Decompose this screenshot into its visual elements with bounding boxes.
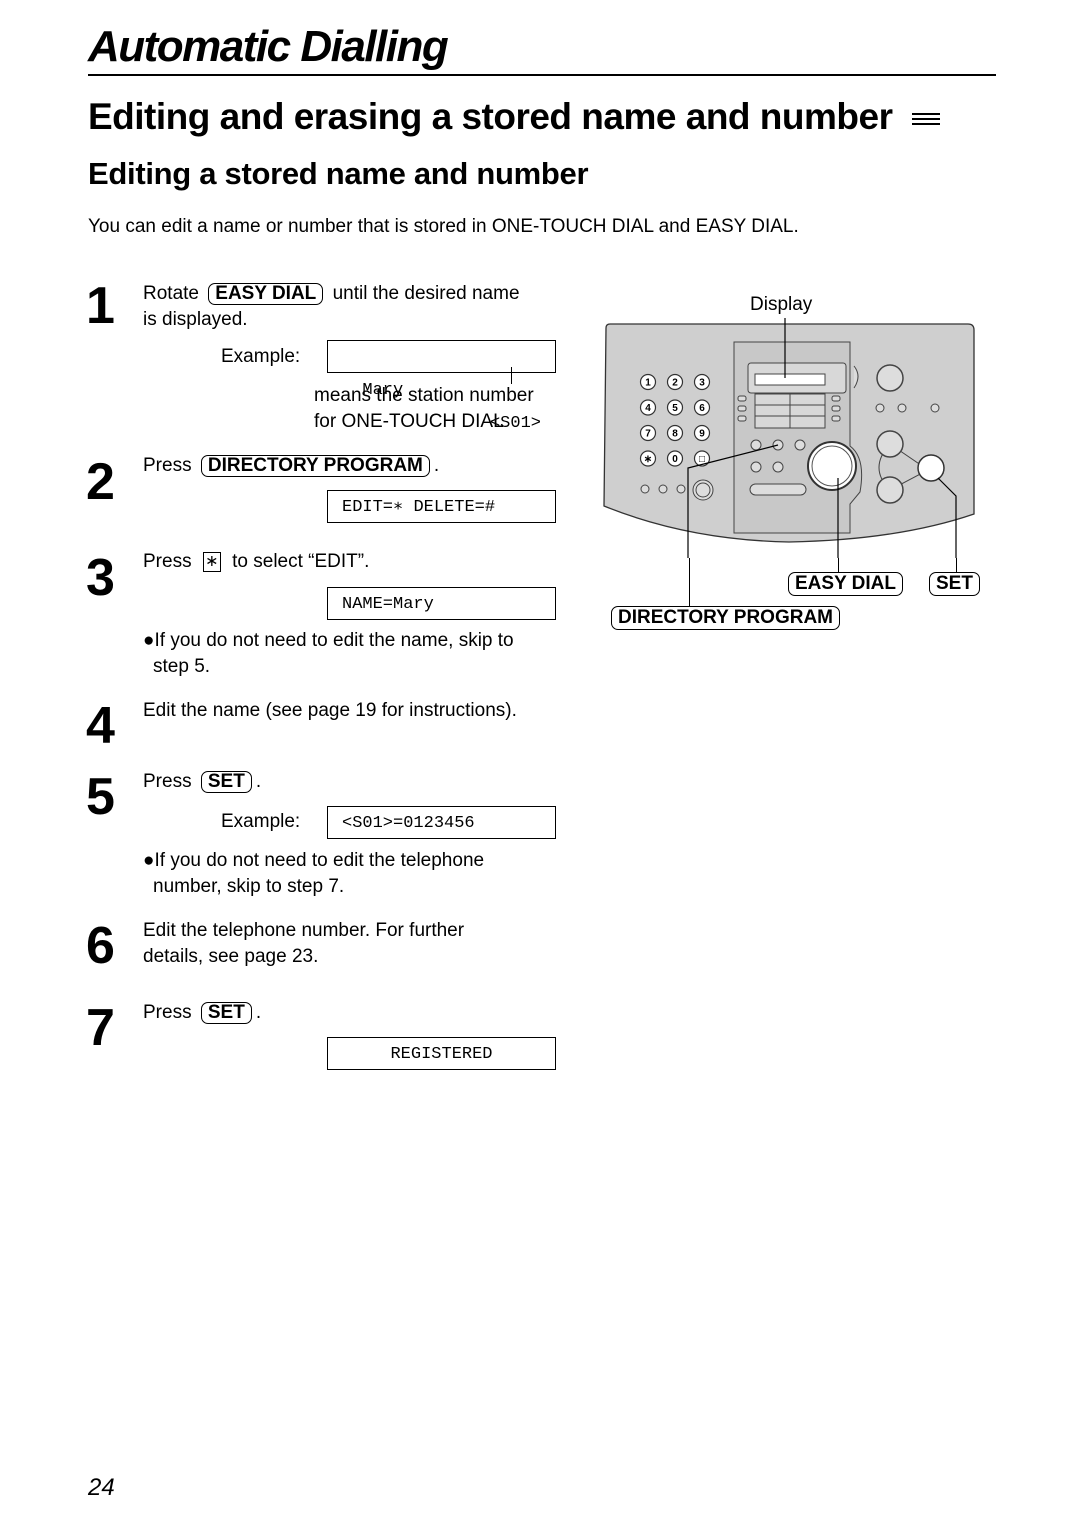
keypad-key-label: 3: [699, 378, 705, 389]
step-2-text: Press DIRECTORY PROGRAM.: [143, 453, 439, 479]
step-7-text: Press SET.: [143, 1000, 261, 1026]
step-1-text: Rotate EASY DIAL until the desired name …: [143, 281, 520, 333]
step-number: 4: [86, 697, 115, 755]
directory-program-callout: DIRECTORY PROGRAM: [611, 606, 841, 630]
subsection-title: Editing a stored name and number: [88, 156, 589, 191]
lcd-display: NAME=Mary: [327, 587, 556, 620]
step-3-text: Press ∗ to select “EDIT”.: [143, 549, 369, 575]
step-text: .: [433, 455, 440, 476]
step-number: 7: [86, 999, 115, 1057]
keypad-key-label: 2: [672, 378, 678, 389]
step-text: until the desired name: [332, 283, 520, 304]
keypad-key-label: 6: [699, 403, 705, 414]
step-text: Press: [143, 771, 192, 792]
note-text: number, skip to step 7.: [153, 876, 345, 897]
keypad-key-label: 8: [672, 429, 678, 440]
step-4-text: Edit the name (see page 19 for instructi…: [143, 700, 517, 721]
lcd-display: REGISTERED: [327, 1037, 556, 1070]
easy-dial-callout: EASY DIAL: [788, 572, 904, 596]
star-key: ∗: [202, 552, 221, 572]
keypad-key-label: 9: [699, 429, 705, 440]
keypad-key-label: 4: [645, 403, 651, 414]
keypad-key-label: 0: [672, 454, 678, 465]
example-label: Example:: [221, 346, 301, 367]
callout-line: [956, 558, 957, 572]
station-callout: means the station number for ONE-TOUCH D…: [314, 383, 534, 435]
keypad-key-label: 1: [645, 378, 651, 389]
note-text: ●If you do not need to edit the name, sk…: [143, 630, 514, 651]
step-text: .: [255, 1002, 262, 1023]
step-number: 3: [86, 549, 115, 607]
step-6-text: Edit the telephone number. For further d…: [143, 918, 464, 970]
set-key: SET: [200, 1002, 252, 1024]
page-number: 24: [88, 1474, 115, 1501]
set-button: [917, 454, 945, 482]
step-5-note: ●If you do not need to edit the telephon…: [143, 848, 484, 900]
section-title-text: Editing and erasing a stored name and nu…: [88, 96, 893, 137]
note-text: ●If you do not need to edit the telephon…: [143, 850, 485, 871]
callout-line: [689, 558, 690, 608]
step-5-text: Press SET.: [143, 769, 261, 795]
lcd-display: Mary <S01>: [327, 340, 556, 433]
callout-text: for ONE-TOUCH DIAL: [314, 411, 504, 432]
chapter-title: Automatic Dialling: [88, 22, 449, 71]
step-text: .: [255, 771, 262, 792]
example-label: Example:: [221, 811, 301, 832]
directory-program-key: DIRECTORY PROGRAM: [200, 455, 430, 477]
keypad-key-label: ∗: [644, 454, 652, 465]
keypad-key-label: 7: [645, 429, 651, 440]
step-text: to select “EDIT”.: [232, 551, 370, 572]
step-number: 5: [86, 768, 115, 826]
title-rule: [88, 74, 996, 76]
easy-dial-key: EASY DIAL: [208, 283, 324, 305]
step-text: Press: [143, 1002, 192, 1023]
section-title: Editing and erasing a stored name and nu…: [88, 96, 941, 138]
display-screen: [754, 373, 826, 386]
step-number: 6: [86, 917, 115, 975]
step-text: Edit the telephone number. For further: [143, 920, 465, 941]
fax-control-panel: 1 2 34 5 67 8 9∗ 0 □: [603, 318, 975, 558]
step-text: Press: [143, 551, 192, 572]
callout-line: [511, 367, 512, 384]
callout-text: means the station number: [314, 385, 534, 406]
set-callout: SET: [929, 572, 980, 596]
step-3-note: ●If you do not need to edit the name, sk…: [143, 628, 514, 680]
fax-mode-icon: [912, 110, 941, 128]
set-key: SET: [200, 771, 252, 793]
step-number: 1: [86, 277, 115, 335]
step-text: Rotate: [143, 283, 199, 304]
note-text: step 5.: [153, 656, 211, 677]
step-number: 2: [86, 453, 115, 511]
step-text: is displayed.: [143, 309, 248, 330]
step-text: Press: [143, 455, 192, 476]
callout-line: [838, 558, 839, 572]
display-label: Display: [750, 294, 813, 315]
lcd-display: <S01>=0123456: [327, 806, 556, 839]
intro-text: You can edit a name or number that is st…: [88, 216, 799, 237]
step-text: details, see page 23.: [143, 946, 319, 967]
lcd-display: EDIT=∗ DELETE=#: [327, 490, 556, 523]
keypad-key-label: 5: [672, 403, 678, 414]
